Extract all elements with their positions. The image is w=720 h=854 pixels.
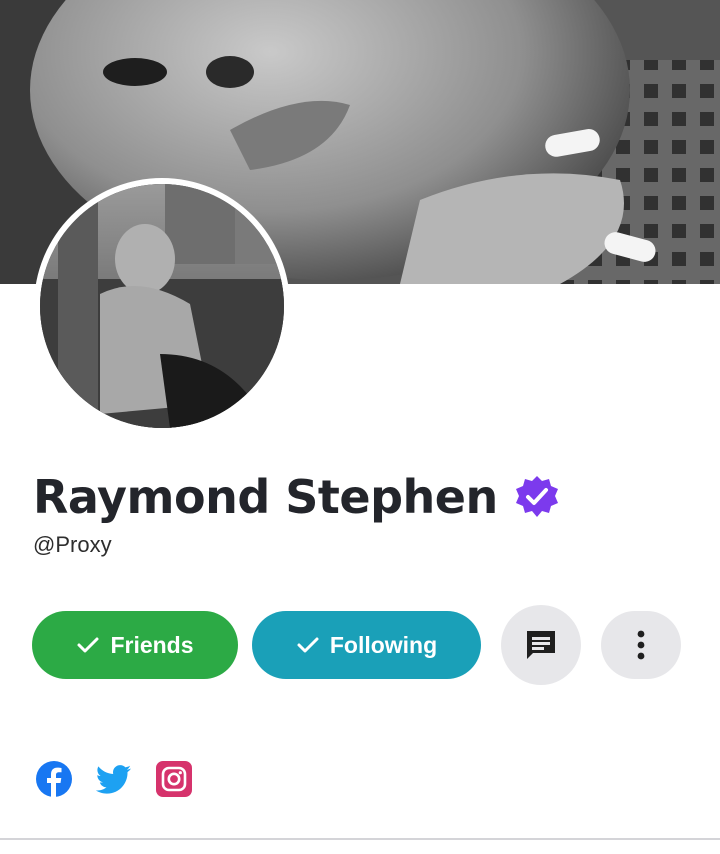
- check-icon: [297, 637, 319, 653]
- profile-handle: @Proxy: [33, 532, 112, 557]
- profile-header: Raymond Stephen: [33, 462, 560, 532]
- message-icon: [527, 631, 555, 659]
- following-label: Following: [329, 631, 438, 658]
- facebook-icon[interactable]: [35, 760, 73, 798]
- twitter-icon[interactable]: [95, 760, 133, 798]
- check-icon: [77, 637, 99, 653]
- avatar-photo: [40, 184, 284, 428]
- following-button[interactable]: Following: [252, 611, 481, 679]
- avatar[interactable]: [34, 178, 290, 434]
- instagram-icon[interactable]: [155, 760, 193, 798]
- divider: [0, 838, 720, 840]
- friends-label: Friends: [110, 631, 194, 658]
- more-vertical-icon: [637, 630, 645, 660]
- friends-button[interactable]: Friends: [32, 611, 238, 679]
- profile-name: Raymond Stephen: [33, 470, 498, 524]
- verified-badge-icon: [515, 476, 558, 517]
- message-button[interactable]: [501, 605, 581, 685]
- more-options-button[interactable]: [601, 611, 681, 679]
